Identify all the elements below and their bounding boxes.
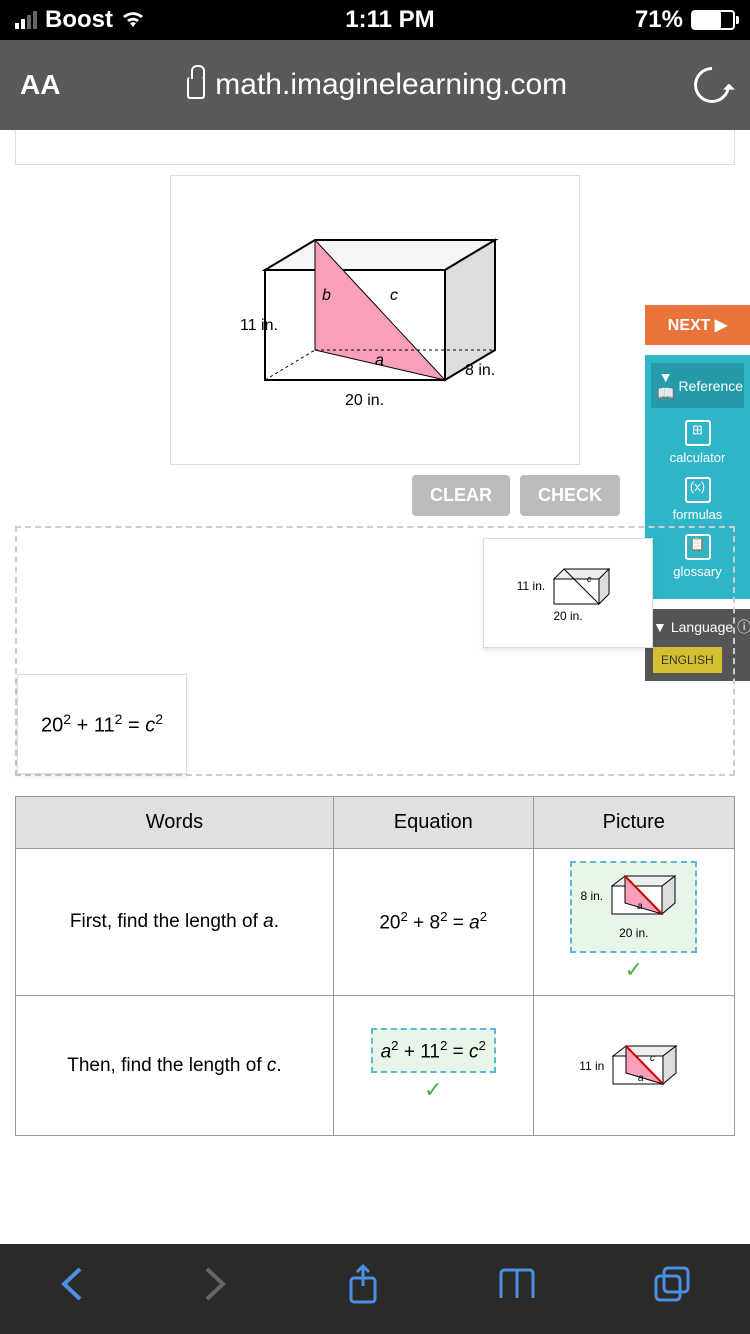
row1-picture[interactable]: 8 in. a 20 in. ✓ [533, 849, 734, 996]
signal-icon [15, 11, 37, 29]
clear-button[interactable]: CLEAR [412, 475, 510, 516]
reference-toggle[interactable]: ▼ 📖Reference [651, 363, 744, 408]
svg-text:c: c [650, 1053, 655, 1064]
header-words: Words [16, 797, 334, 849]
page-content: 11 in. 20 in. 8 in. b a c NEXT ▶ ▼ 📖Refe… [0, 130, 750, 1244]
share-icon[interactable] [345, 1262, 381, 1316]
draggable-tile-equation[interactable]: 202 + 112 = c2 [17, 674, 187, 774]
back-icon[interactable] [58, 1264, 86, 1314]
svg-text:a: a [375, 352, 384, 369]
forward-icon [201, 1264, 229, 1314]
battery-icon [691, 10, 735, 30]
row2-equation[interactable]: a2 + 112 = c2 ✓ [333, 996, 533, 1136]
address-bar[interactable]: math.imaginelearning.com [80, 68, 674, 102]
label-width: 20 in. [345, 392, 384, 409]
row1-words: First, find the length of a. [16, 849, 334, 996]
wifi-icon [121, 6, 145, 34]
svg-text:c: c [587, 574, 592, 584]
main-diagram: 11 in. 20 in. 8 in. b a c [170, 175, 580, 465]
question-card [15, 130, 735, 165]
svg-text:c: c [390, 287, 398, 304]
header-equation: Equation [333, 797, 533, 849]
drop-zone[interactable]: 11 in. c 20 in. 202 + 112 = c2 [15, 526, 735, 776]
status-bar: Boost 1:11 PM 71% [0, 0, 750, 40]
label-depth: 8 in. [465, 362, 495, 379]
next-button[interactable]: NEXT ▶ [645, 305, 750, 345]
draggable-tile-picture[interactable]: 11 in. c 20 in. [483, 538, 653, 648]
svg-text:a: a [638, 1073, 644, 1084]
nav-bar: AA math.imaginelearning.com [0, 40, 750, 130]
tabs-icon[interactable] [652, 1264, 692, 1314]
svg-text:b: b [322, 287, 331, 304]
calculator-button[interactable]: ⊞calculator [651, 420, 744, 465]
formulas-button[interactable]: (x)formulas [651, 477, 744, 522]
url-text: math.imaginelearning.com [215, 68, 567, 102]
carrier: Boost [45, 6, 113, 34]
text-size-button[interactable]: AA [20, 69, 60, 101]
row2-picture[interactable]: 11 in ac [533, 996, 734, 1136]
check-button[interactable]: CHECK [520, 475, 620, 516]
time: 1:11 PM [345, 6, 434, 34]
label-height: 11 in. [240, 317, 278, 334]
answer-table: Words Equation Picture First, find the l… [15, 796, 735, 1136]
row2-words: Then, find the length of c. [16, 996, 334, 1136]
reload-icon[interactable] [687, 60, 738, 111]
check-icon: ✓ [546, 957, 722, 983]
lock-icon [187, 77, 205, 99]
check-icon: ✓ [346, 1077, 521, 1103]
battery-percent: 71% [635, 6, 683, 34]
row1-equation[interactable]: 202 + 82 = a2 [333, 849, 533, 996]
svg-text:a: a [637, 901, 643, 912]
bookmarks-icon[interactable] [497, 1266, 537, 1312]
header-picture: Picture [533, 797, 734, 849]
bottom-toolbar [0, 1244, 750, 1334]
